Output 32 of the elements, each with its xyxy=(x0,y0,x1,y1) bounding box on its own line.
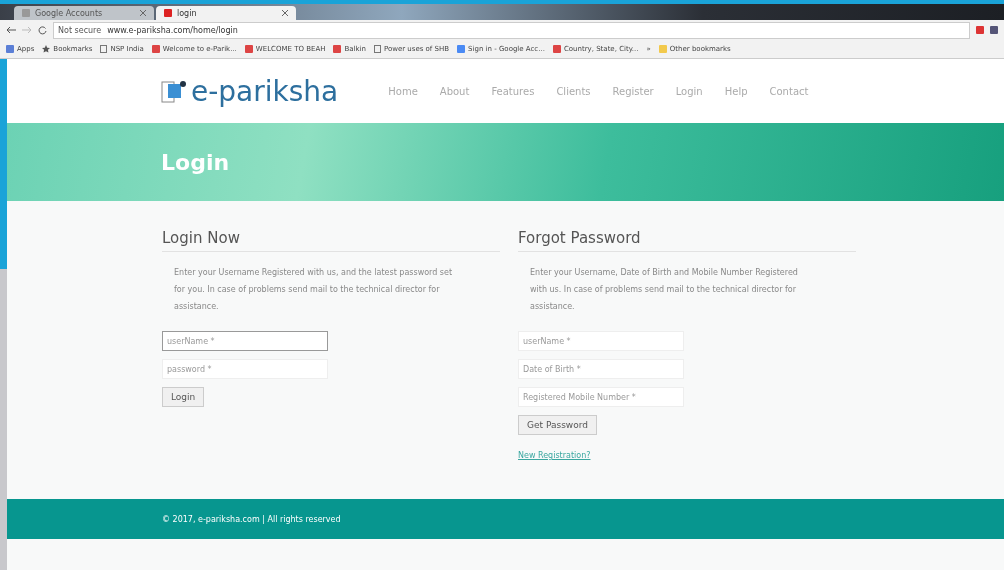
close-icon[interactable] xyxy=(282,10,288,16)
folder-icon xyxy=(658,45,667,53)
address-bar[interactable]: Not secure www.e-pariksha.com/home/login xyxy=(53,21,970,39)
star-icon xyxy=(42,45,51,53)
favicon-icon xyxy=(22,9,30,17)
security-label: Not secure xyxy=(58,25,102,35)
back-icon[interactable] xyxy=(6,26,16,34)
page-icon xyxy=(373,45,381,53)
page-icon xyxy=(100,45,108,53)
login-button[interactable]: Login xyxy=(162,387,205,407)
favicon-icon xyxy=(164,9,172,17)
login-description: Enter your Username Registered with us, and the latest password set for you. In case of problems send mail to the technical director for assistance. xyxy=(174,267,454,313)
site-icon xyxy=(552,45,561,53)
site-logo: e-pariksha xyxy=(191,74,339,108)
site-icon xyxy=(244,45,253,53)
url-text: www.e-pariksha.com/home/login xyxy=(107,25,238,35)
google-icon xyxy=(457,45,466,53)
browser-tab[interactable]: login xyxy=(156,6,296,20)
banner-title: Login xyxy=(161,149,230,175)
reload-icon[interactable] xyxy=(38,25,47,35)
logo-icon xyxy=(161,78,187,104)
forgot-description: Enter your Username, Date of Birth and Mobile Number Registered with us. In case of problems send mail to the technical director for assistance. xyxy=(530,267,799,313)
input-field[interactable]: userName * xyxy=(162,331,328,351)
close-icon[interactable] xyxy=(140,10,146,16)
forgot-button[interactable]: Get Password xyxy=(518,415,597,435)
browser-tab[interactable]: Google Accounts xyxy=(14,6,154,20)
site-icon xyxy=(333,45,342,53)
login-heading: Login Now xyxy=(162,229,500,252)
apps-icon xyxy=(6,45,14,53)
forgot-heading: Forgot Password xyxy=(518,229,856,252)
site-icon xyxy=(151,45,160,53)
copyright-text: © 2017, e-pariksha.com | All rights reserved xyxy=(162,514,341,524)
